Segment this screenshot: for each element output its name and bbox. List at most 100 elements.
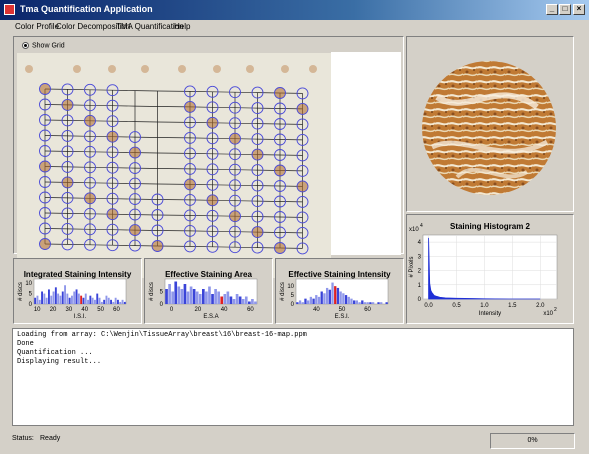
x-axis-label: I.S.I. <box>74 314 87 320</box>
histogram-bar <box>91 297 94 304</box>
slide-spot <box>178 65 186 73</box>
menu-help[interactable]: Help <box>174 22 190 31</box>
histogram-title: Staining Histogram 2 <box>450 222 531 231</box>
show-grid-option[interactable]: Show Grid <box>22 42 65 49</box>
slide-spot <box>108 65 116 73</box>
histogram-bar <box>82 297 85 304</box>
tissue-core-circle <box>39 238 51 250</box>
histogram-bar <box>347 296 350 304</box>
x-tick-label: 0.0 <box>424 303 433 309</box>
histogram-bar <box>380 302 383 304</box>
slide-spot <box>309 65 317 73</box>
show-grid-radio[interactable] <box>22 42 29 49</box>
histogram-bar <box>119 301 122 304</box>
y-tick-label: 1 <box>418 283 422 289</box>
x-tick-label: 1.0 <box>480 303 489 309</box>
x-tick-label: 60 <box>247 307 254 313</box>
x-tick-label: 1.5 <box>508 303 517 309</box>
histogram-bar <box>105 295 108 304</box>
x-tick-label: 40 <box>221 307 228 313</box>
tissue-core-circle <box>61 98 74 111</box>
log-console[interactable]: Loading from array: C:\Wenjin\TissueArra… <box>12 328 574 426</box>
tissue-core-circle <box>296 102 309 115</box>
histogram-bar <box>202 289 205 304</box>
histogram-bar <box>385 302 388 304</box>
histogram-bar <box>174 281 178 304</box>
y-tick-label: 3 <box>418 254 422 260</box>
y-tick-label: 5 <box>160 290 164 296</box>
y-tick-label: 10 <box>287 284 294 290</box>
histogram-bar <box>75 289 78 304</box>
plot-area <box>33 278 127 305</box>
histogram-bar <box>358 302 361 304</box>
slide-spot <box>246 65 254 73</box>
grid-line <box>44 119 303 125</box>
close-button[interactable]: × <box>573 4 585 15</box>
histogram-bar <box>226 291 230 304</box>
histogram-bar <box>165 289 168 304</box>
x-tick-label: 30 <box>66 307 73 313</box>
histogram-bar <box>363 302 367 304</box>
histogram-bar <box>309 296 313 304</box>
menu-color-profile[interactable]: Color Profile <box>15 22 59 31</box>
histogram-bar <box>41 291 43 304</box>
histogram-bar <box>80 295 83 304</box>
y-tick-label: 4 <box>418 240 422 246</box>
histogram-bar <box>107 297 110 304</box>
log-line: Quantification ... <box>17 349 93 357</box>
histogram-bar <box>34 297 37 304</box>
y-tick-label: 0 <box>160 302 164 308</box>
histogram-bar <box>103 299 106 304</box>
histogram-bar <box>50 295 53 304</box>
histogram-bar <box>177 286 181 304</box>
histogram-bar <box>323 293 326 304</box>
histogram-bar <box>48 289 50 304</box>
histogram-bar <box>220 296 224 304</box>
minimize-button[interactable]: _ <box>546 4 558 15</box>
staining-histogram-panel: Staining Histogram 2 0 1 2 3 4 0.0 0.5 1.0 1.5 2.0… <box>406 214 574 324</box>
y-tick-label: 0 <box>418 297 422 303</box>
histogram-bar <box>325 287 329 304</box>
tissue-core-circle <box>106 208 119 221</box>
tissue-core-image[interactable] <box>407 37 573 211</box>
histogram-bar <box>369 302 372 304</box>
app-icon <box>4 4 15 15</box>
histogram-bar <box>112 301 115 304</box>
y-tick-label: 5 <box>291 293 295 299</box>
tissue-core-circle <box>206 194 219 207</box>
histogram-bar <box>312 298 315 304</box>
tissue-core-circle <box>296 180 309 193</box>
tissue-array-image[interactable] <box>17 53 331 278</box>
x-tick-label: 20 <box>50 307 57 313</box>
histogram-bar <box>87 299 89 304</box>
tissue-core-circle <box>84 192 96 205</box>
progress-bar: 0% <box>490 433 575 449</box>
histogram-bar <box>45 297 48 304</box>
x-tick-label: 10 <box>34 307 41 313</box>
y-multiplier-exponent: 4 <box>420 223 423 229</box>
core-disc <box>422 61 556 195</box>
maximize-button[interactable]: □ <box>559 4 571 15</box>
histogram-bar <box>361 300 364 304</box>
histogram-bar <box>336 287 340 304</box>
histogram-bar <box>211 294 214 304</box>
y-tick-label: 10 <box>25 281 32 287</box>
y-axis-label: # discs <box>18 282 24 301</box>
tissue-core-circle <box>206 116 219 129</box>
y-axis-label: # discs <box>149 282 155 301</box>
histogram-bar <box>205 291 208 304</box>
log-line: Displaying result... <box>17 358 102 366</box>
histogram-bar <box>251 299 254 304</box>
y-tick-label: 2 <box>418 269 422 275</box>
tissue-grid-overlay <box>25 65 317 255</box>
histogram-bar <box>123 301 126 304</box>
histogram-bar <box>77 293 80 304</box>
tissue-core-circle <box>229 132 241 145</box>
y-multiplier: x10 <box>409 227 419 233</box>
tissue-core-circle <box>129 146 141 159</box>
slide-spot <box>25 65 33 73</box>
tissue-core-circle <box>274 164 286 177</box>
menu-bar: Color Profile Color Decomposition TMA Qu… <box>0 20 589 34</box>
histogram-bar <box>244 296 248 304</box>
show-grid-label: Show Grid <box>32 42 65 50</box>
